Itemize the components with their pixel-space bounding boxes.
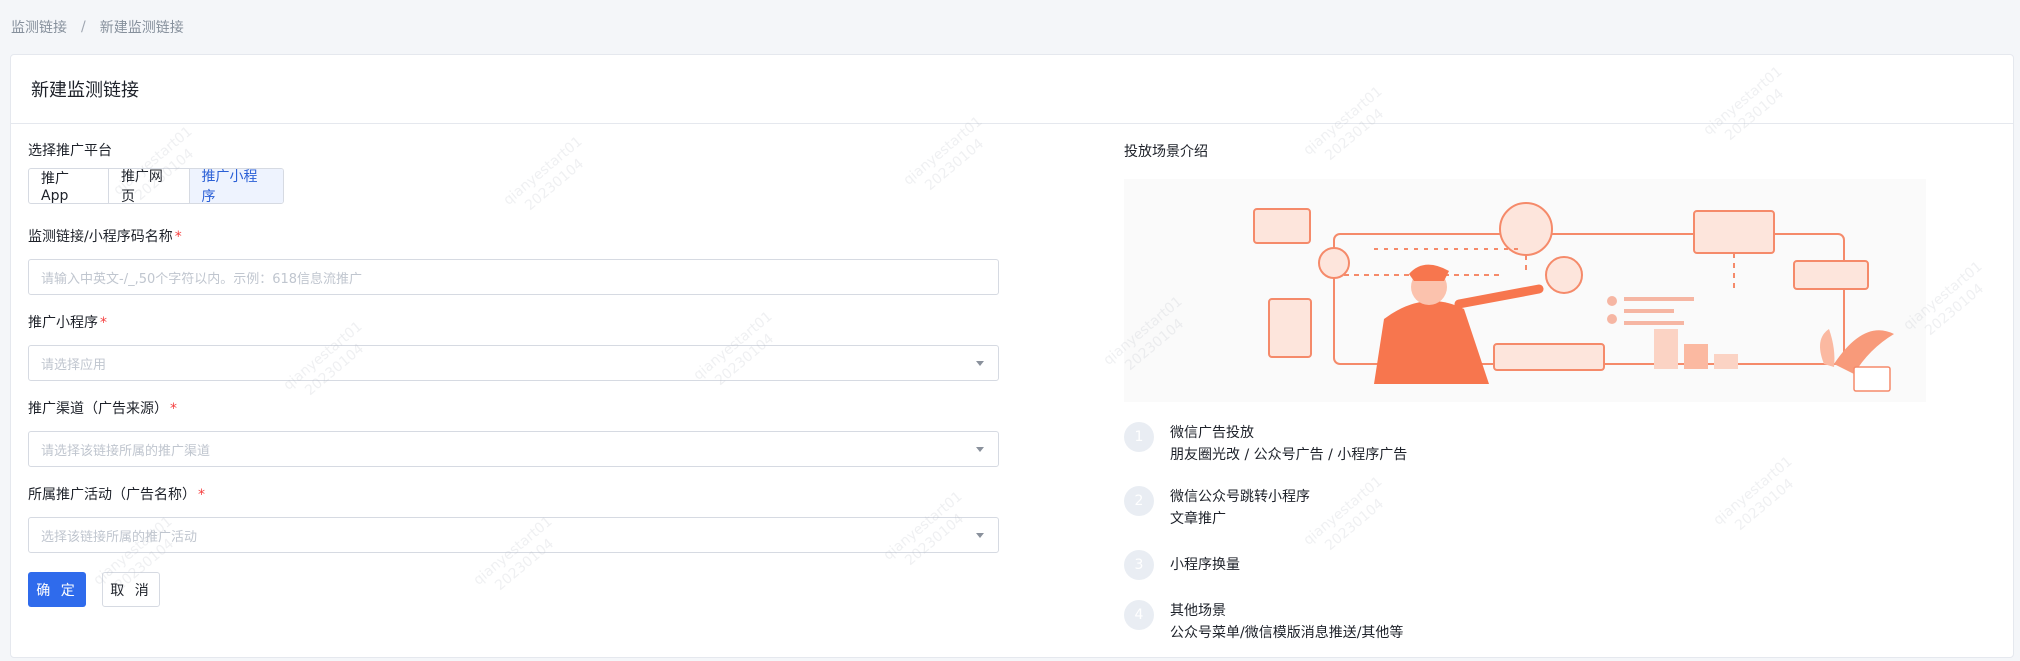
- name-label: 监测链接/小程序码名称 *: [28, 227, 999, 247]
- scene-title: 微信广告投放: [1170, 425, 1254, 441]
- scene-desc: 朋友圈光改 / 公众号广告 / 小程序广告: [1170, 447, 1408, 463]
- activity-select[interactable]: 选择该链接所属的推广活动: [28, 517, 999, 553]
- name-group: 监测链接/小程序码名称 * 请输入中英文-/_,50个字符以内。示例：618信息流…: [28, 227, 999, 295]
- name-placeholder: 请输入中英文-/_,50个字符以内。示例：618信息流推广: [41, 271, 363, 287]
- scene-text: 微信公众号跳转小程序 文章推广: [1170, 486, 1310, 550]
- chevron-down-icon: [976, 447, 984, 452]
- scene-text: 小程序换量: [1170, 550, 1240, 600]
- miniprogram-label: 推广小程序 *: [28, 313, 999, 333]
- required-mark: *: [100, 315, 107, 331]
- activity-placeholder: 选择该链接所属的推广活动: [41, 529, 198, 545]
- miniprogram-group: 推广小程序 * 请选择应用: [28, 313, 999, 381]
- scene-item: 2 微信公众号跳转小程序 文章推广: [1124, 486, 1944, 550]
- platform-option-app[interactable]: 推广App: [29, 169, 109, 203]
- name-label-text: 监测链接/小程序码名称: [28, 229, 173, 245]
- confirm-button[interactable]: 确 定: [28, 572, 86, 607]
- activity-label-text: 所属推广活动（广告名称）: [28, 487, 196, 503]
- scene-desc: 公众号菜单/微信模版消息推送/其他等: [1170, 625, 1404, 641]
- channel-label: 推广渠道（广告来源） *: [28, 399, 999, 419]
- miniprogram-label-text: 推广小程序: [28, 315, 98, 331]
- activity-group: 所属推广活动（广告名称） * 选择该链接所属的推广活动: [28, 485, 999, 553]
- activity-label: 所属推广活动（广告名称） *: [28, 485, 999, 505]
- scene-text: 其他场景 公众号菜单/微信模版消息推送/其他等: [1170, 600, 1403, 661]
- name-input[interactable]: 请输入中英文-/_,50个字符以内。示例：618信息流推广: [28, 259, 999, 295]
- breadcrumb-separator: /: [81, 19, 86, 35]
- channel-label-text: 推广渠道（广告来源）: [28, 401, 168, 417]
- scene-number: 1: [1124, 422, 1154, 452]
- channel-placeholder: 请选择该链接所属的推广渠道: [41, 443, 211, 459]
- scene-title: 微信公众号跳转小程序: [1170, 489, 1310, 505]
- miniprogram-select[interactable]: 请选择应用: [28, 345, 999, 381]
- page-title: 新建监测链接: [31, 80, 139, 101]
- illustration-svg: [1253, 202, 1894, 392]
- scene-title: 小程序换量: [1170, 557, 1240, 573]
- breadcrumb: 监测链接 / 新建监测链接: [11, 17, 184, 37]
- channel-select[interactable]: 请选择该链接所属的推广渠道: [28, 431, 999, 467]
- required-mark: *: [170, 401, 177, 417]
- scene-illustration: [1124, 179, 1926, 402]
- scene-text: 微信广告投放 朋友圈光改 / 公众号广告 / 小程序广告: [1170, 422, 1407, 486]
- breadcrumb-parent[interactable]: 监测链接: [11, 17, 67, 37]
- scenes-title: 投放场景介绍: [1124, 144, 1208, 160]
- breadcrumb-current: 新建监测链接: [99, 20, 184, 36]
- platform-option-miniprogram[interactable]: 推广小程序: [189, 169, 283, 203]
- platform-segmented-control: 推广App 推广网页 推广小程序: [28, 168, 284, 204]
- card-header: 新建监测链接: [11, 55, 2013, 124]
- scene-title: 其他场景: [1170, 603, 1226, 619]
- required-mark: *: [198, 487, 205, 503]
- scene-number: 4: [1124, 600, 1154, 630]
- scene-item: 3 小程序换量: [1124, 550, 1944, 600]
- channel-group: 推广渠道（广告来源） * 请选择该链接所属的推广渠道: [28, 399, 999, 467]
- scene-desc: 文章推广: [1170, 511, 1226, 527]
- required-mark: *: [174, 229, 182, 245]
- cancel-button[interactable]: 取 消: [102, 572, 160, 607]
- scenes-list: 1 微信广告投放 朋友圈光改 / 公众号广告 / 小程序广告 2 微信公众号跳转…: [1124, 422, 1944, 661]
- platform-option-web[interactable]: 推广网页: [109, 169, 190, 203]
- platform-label: 选择推广平台: [28, 143, 112, 159]
- platform-group: 选择推广平台 推广App 推广网页 推广小程序: [28, 141, 284, 204]
- scene-item: 1 微信广告投放 朋友圈光改 / 公众号广告 / 小程序广告: [1124, 422, 1944, 486]
- main-card: 新建监测链接 选择推广平台 推广App 推广网页 推广小程序 监测链接/小程序码…: [10, 54, 2014, 658]
- chevron-down-icon: [976, 361, 984, 366]
- scene-number: 3: [1124, 550, 1154, 580]
- scene-item: 4 其他场景 公众号菜单/微信模版消息推送/其他等: [1124, 600, 1944, 661]
- scene-number: 2: [1124, 486, 1154, 516]
- scenes-panel: 投放场景介绍 1 微信广告投放 朋友圈光改 / 公众号广告 / 小程序广告 2 …: [1124, 141, 1944, 661]
- form-actions: 确 定 取 消: [28, 572, 160, 607]
- chevron-down-icon: [976, 533, 984, 538]
- miniprogram-placeholder: 请选择应用: [41, 357, 107, 373]
